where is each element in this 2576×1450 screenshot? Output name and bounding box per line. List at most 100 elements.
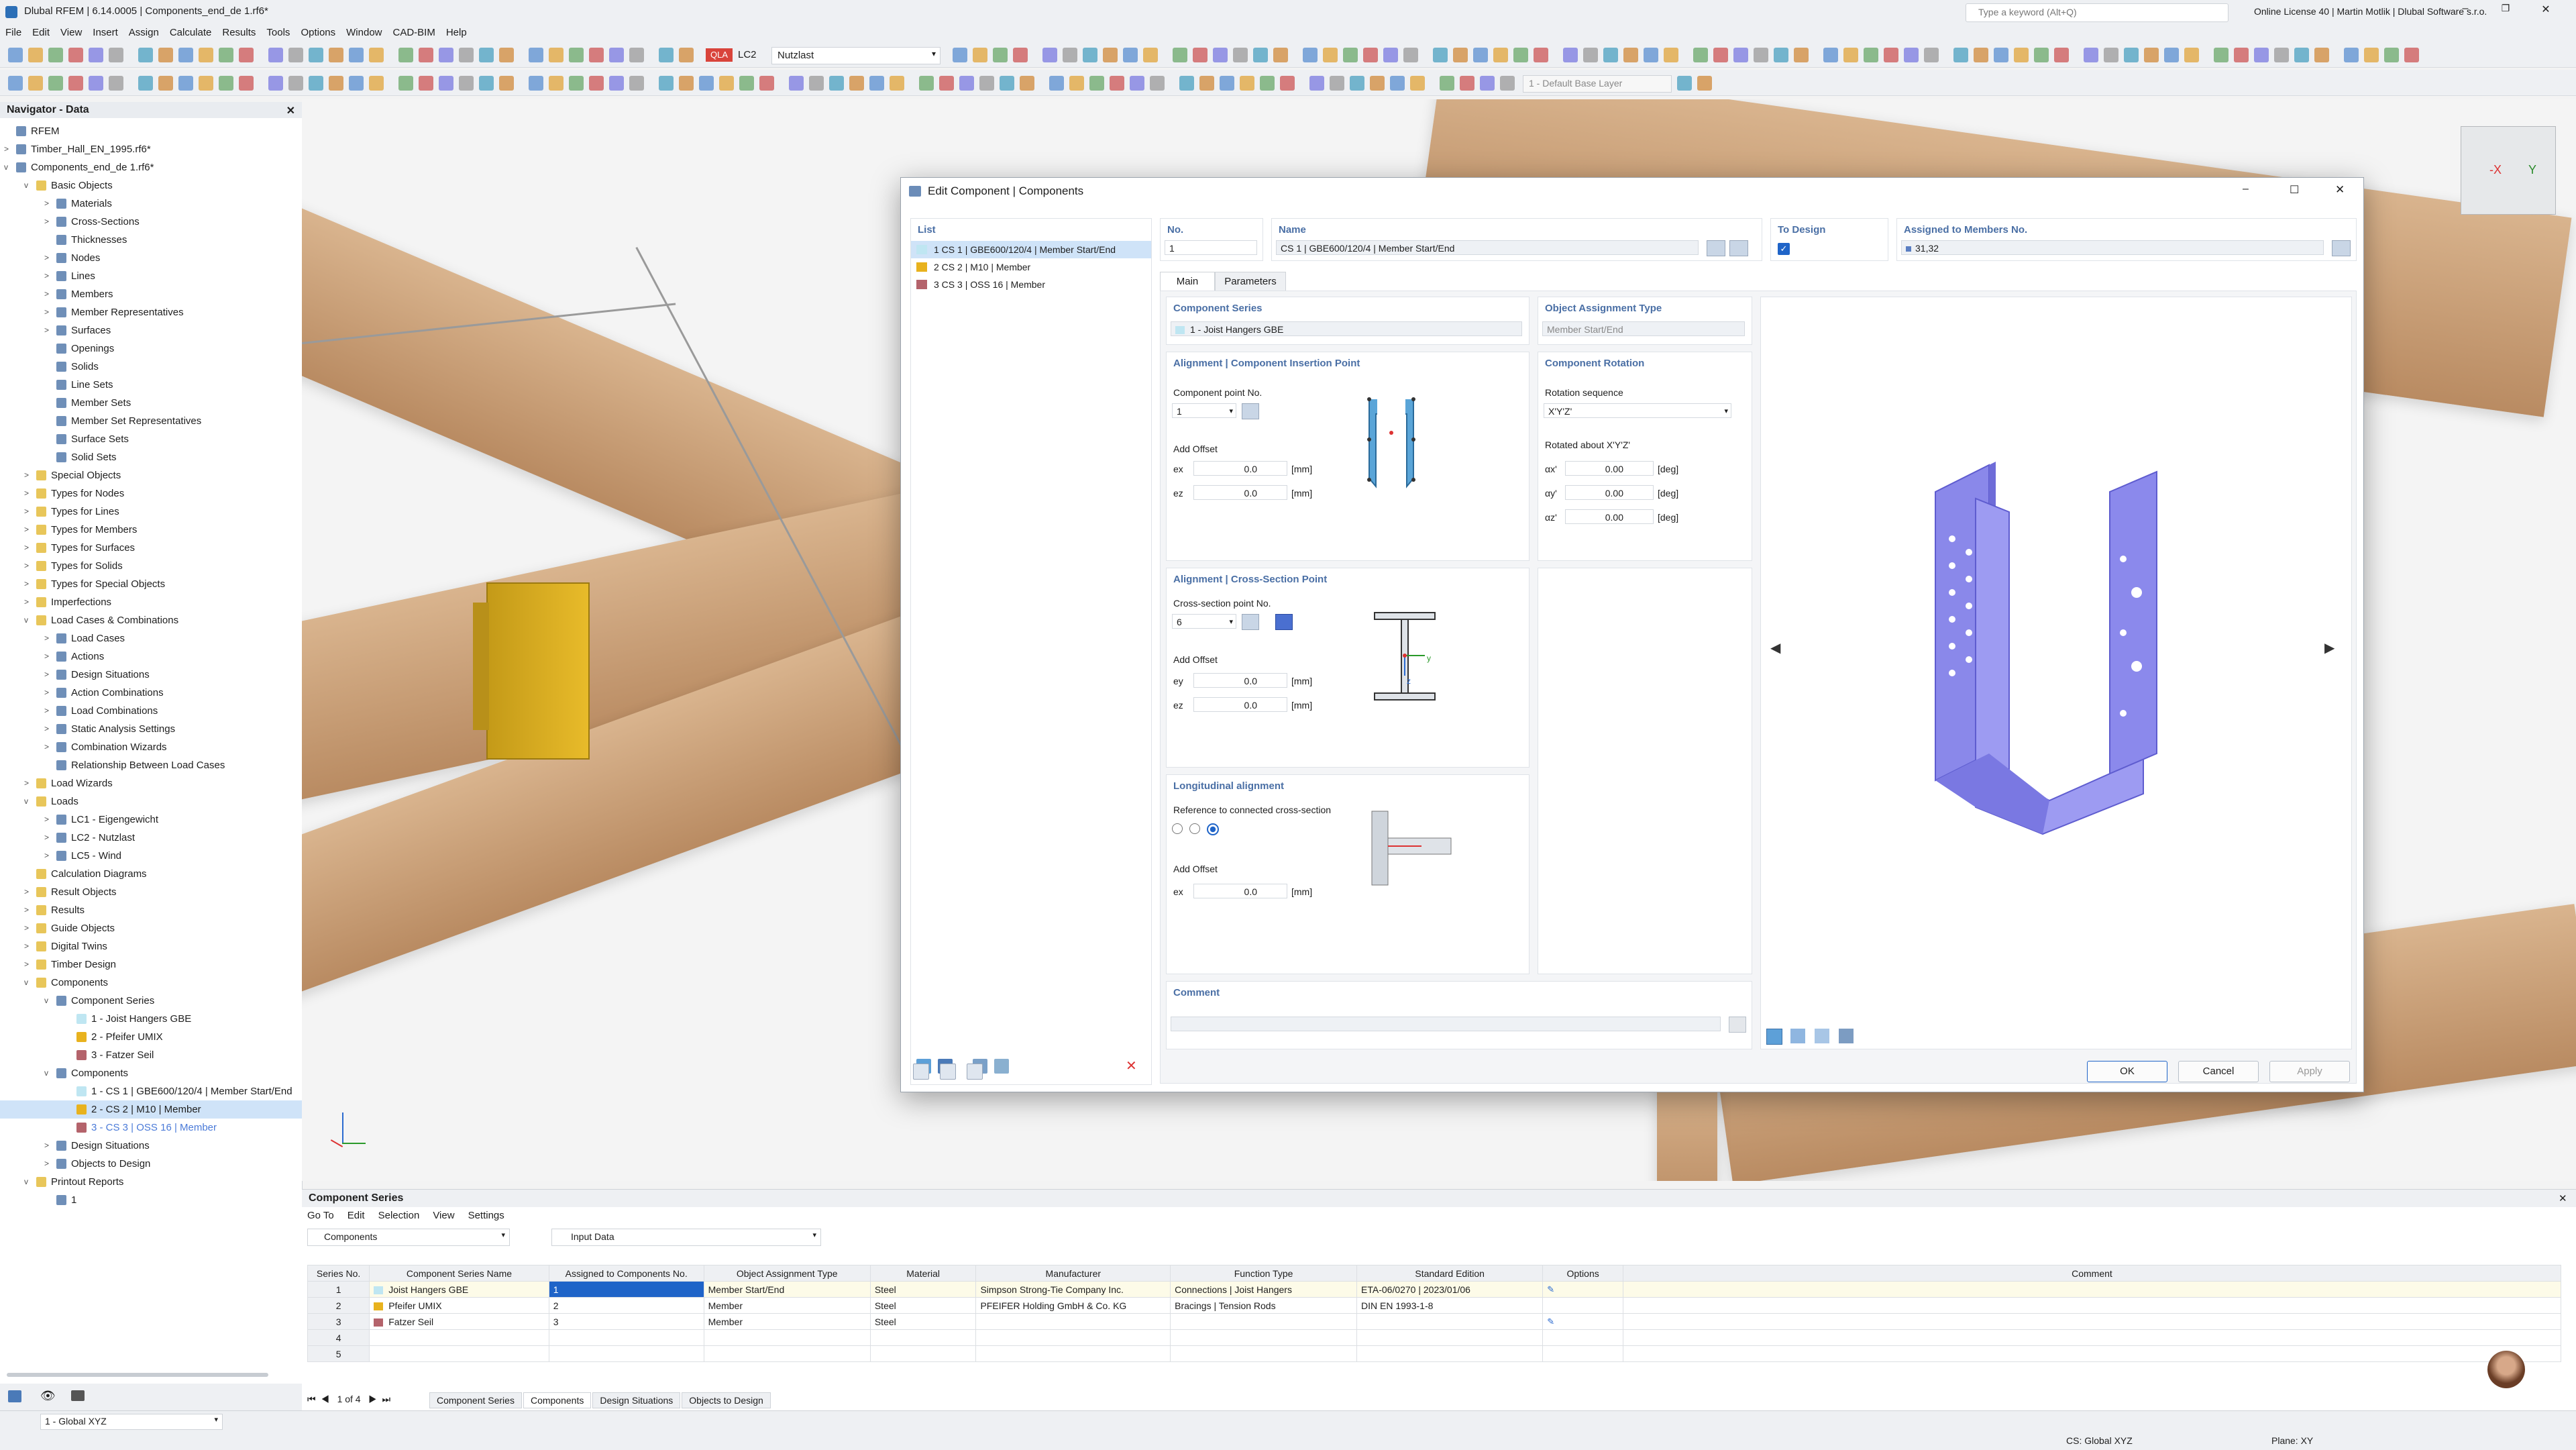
- column-header[interactable]: Component Series Name: [369, 1265, 549, 1282]
- toolbar-button-icon[interactable]: [2104, 48, 2118, 62]
- close-icon[interactable]: ✕: [286, 104, 295, 117]
- toolbar-button-icon[interactable]: [529, 76, 543, 91]
- toolbar-button-icon[interactable]: [1677, 76, 1692, 91]
- toolbar-button-icon[interactable]: [398, 76, 413, 91]
- component-list-item[interactable]: 3 CS 3 | OSS 16 | Member: [911, 276, 1151, 293]
- minimize-button[interactable]: –: [2243, 183, 2249, 195]
- toolbar-button-icon[interactable]: [68, 48, 83, 62]
- ex2-input[interactable]: 0.0: [1193, 884, 1287, 898]
- table-cell[interactable]: 3: [307, 1313, 370, 1330]
- table-cell[interactable]: [703, 1329, 871, 1346]
- tree-item[interactable]: > LC2 - Nutzlast: [0, 829, 302, 847]
- chevron-right-icon[interactable]: >: [24, 484, 29, 503]
- options-cell[interactable]: [1542, 1329, 1623, 1346]
- table-cell[interactable]: 1: [307, 1281, 370, 1298]
- toolbar-button-icon[interactable]: [589, 76, 604, 91]
- settings-icon[interactable]: [1839, 1029, 1854, 1043]
- column-header[interactable]: Function Type: [1170, 1265, 1358, 1282]
- chevron-down-icon[interactable]: v: [44, 1064, 48, 1082]
- toolbar-button-icon[interactable]: [349, 48, 364, 62]
- toolbar-button-icon[interactable]: [973, 48, 987, 62]
- chevron-right-icon[interactable]: >: [44, 811, 49, 829]
- comp-point-select[interactable]: 1 ▾: [1172, 403, 1236, 418]
- tree-item[interactable]: > Types for Lines: [0, 503, 302, 521]
- toolbar-button-icon[interactable]: [199, 48, 213, 62]
- minimize-button[interactable]: –: [2455, 3, 2475, 20]
- toolbar-button-icon[interactable]: [589, 48, 604, 62]
- prev-arrow-icon[interactable]: ◀: [1770, 639, 1780, 656]
- tree-item[interactable]: Surface Sets: [0, 430, 302, 448]
- toolbar-button-icon[interactable]: [919, 76, 934, 91]
- toolbar-button-icon[interactable]: [549, 48, 564, 62]
- toolbar-button-icon[interactable]: [809, 76, 824, 91]
- tree-item[interactable]: > Objects to Design: [0, 1155, 302, 1173]
- table-cell[interactable]: Steel: [869, 1281, 977, 1298]
- menu-item[interactable]: Tools: [261, 24, 295, 41]
- toolbar-button-icon[interactable]: [2274, 48, 2289, 62]
- toolbar-button-icon[interactable]: [1253, 48, 1268, 62]
- toolbar-button-icon[interactable]: [28, 76, 43, 91]
- toolbar-button-icon[interactable]: [109, 76, 123, 91]
- toolbar-button-icon[interactable]: [329, 76, 343, 91]
- toolbar-button-icon[interactable]: [2234, 48, 2249, 62]
- toolbar-button-icon[interactable]: [239, 48, 254, 62]
- chevron-right-icon[interactable]: >: [44, 720, 49, 738]
- pick-point-icon[interactable]: [1242, 403, 1259, 419]
- toolbar-button-icon[interactable]: [178, 48, 193, 62]
- toolbar-button-icon[interactable]: [1309, 76, 1324, 91]
- toolbar-button-icon[interactable]: [1410, 76, 1425, 91]
- toolbar-button-icon[interactable]: [1390, 76, 1405, 91]
- chevron-down-icon[interactable]: v: [24, 974, 28, 992]
- toolbar-button-icon[interactable]: [1500, 76, 1515, 91]
- tree-item[interactable]: Member Set Representatives: [0, 412, 302, 430]
- toolbar-button-icon[interactable]: [679, 48, 694, 62]
- tree-item[interactable]: v Load Cases & Combinations: [0, 611, 302, 629]
- ax-input[interactable]: 0.00: [1565, 461, 1654, 476]
- table-cell[interactable]: [975, 1329, 1171, 1346]
- toolbar-button-icon[interactable]: [2034, 48, 2049, 62]
- toolbar-button-icon[interactable]: [699, 76, 714, 91]
- toolbar-button-icon[interactable]: [1150, 76, 1165, 91]
- tree-item[interactable]: > Member Representatives: [0, 303, 302, 321]
- tree-item[interactable]: > Types for Members: [0, 521, 302, 539]
- chevron-right-icon[interactable]: >: [44, 321, 49, 340]
- toolbar-button-icon[interactable]: [439, 76, 453, 91]
- maximize-button[interactable]: ☐: [2290, 183, 2299, 197]
- toolbar-button-icon[interactable]: [1213, 48, 1228, 62]
- close-window-button[interactable]: ✕: [2536, 3, 2556, 20]
- menu-item[interactable]: Calculate: [164, 24, 217, 41]
- table-cell[interactable]: Member: [703, 1297, 871, 1314]
- toolbar-button-icon[interactable]: [158, 76, 173, 91]
- table-cell[interactable]: [1356, 1313, 1544, 1330]
- search-icon[interactable]: [913, 1064, 929, 1080]
- toolbar-button-icon[interactable]: [2184, 48, 2199, 62]
- toolbar-button-icon[interactable]: [569, 48, 584, 62]
- column-header[interactable]: Comment: [1622, 1265, 2562, 1282]
- table-cell[interactable]: Steel: [869, 1297, 977, 1314]
- name-input[interactable]: CS 1 | GBE600/120/4 | Member Start/End: [1276, 240, 1699, 255]
- toolbar-button-icon[interactable]: [1273, 48, 1288, 62]
- toolbar-button-icon[interactable]: [1343, 48, 1358, 62]
- table-cell[interactable]: [869, 1329, 977, 1346]
- tree-item[interactable]: 1 - CS 1 | GBE600/120/4 | Member Start/E…: [0, 1082, 302, 1100]
- toolbar-button-icon[interactable]: [1240, 76, 1254, 91]
- chevron-down-icon[interactable]: v: [44, 992, 48, 1010]
- toolbar-button-icon[interactable]: [178, 76, 193, 91]
- toolbar-button-icon[interactable]: [549, 76, 564, 91]
- chevron-right-icon[interactable]: >: [24, 466, 29, 484]
- user-avatar[interactable]: [2487, 1351, 2525, 1388]
- display-tab-icon[interactable]: 👁: [40, 1389, 56, 1403]
- load-case-select[interactable]: Nutzlast ▾: [771, 47, 941, 64]
- toolbar-button-icon[interactable]: [1623, 48, 1638, 62]
- toolbar-button-icon[interactable]: [369, 76, 384, 91]
- menu-item[interactable]: Window: [341, 24, 387, 41]
- toolbar-button-icon[interactable]: [1994, 48, 2008, 62]
- toolbar-button-icon[interactable]: [2364, 48, 2379, 62]
- table-cell[interactable]: [548, 1345, 704, 1362]
- toolbar-button-icon[interactable]: [1042, 48, 1057, 62]
- table-row[interactable]: 4: [307, 1329, 2562, 1346]
- toolbar-button-icon[interactable]: [8, 76, 23, 91]
- table-cell[interactable]: [1356, 1345, 1544, 1362]
- column-header[interactable]: Assigned to Components No.: [548, 1265, 704, 1282]
- chevron-down-icon[interactable]: v: [24, 1173, 28, 1191]
